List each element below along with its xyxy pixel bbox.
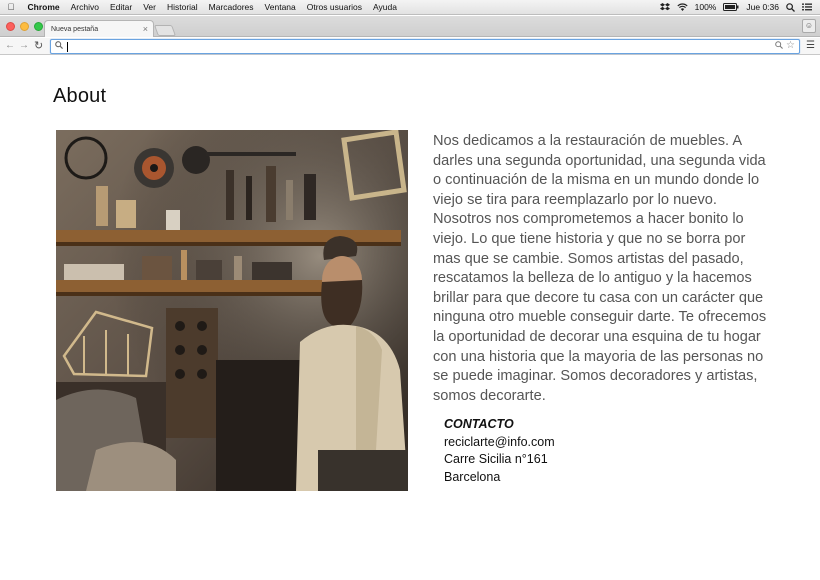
workshop-photo	[56, 130, 408, 491]
menu-otros-usuarios[interactable]: Otros usuarios	[301, 2, 367, 12]
contact-block: CONTACTO reciclarte@info.com Carre Sicil…	[444, 416, 555, 486]
tab-title: Nueva pestaña	[51, 26, 99, 33]
page-title: About	[53, 85, 107, 107]
menu-ver[interactable]: Ver	[138, 2, 162, 12]
address-bar[interactable]: ☆	[50, 39, 800, 54]
search-icon[interactable]	[786, 2, 795, 12]
text-caret	[67, 42, 68, 52]
zoom-icon[interactable]	[775, 41, 783, 51]
apple-icon[interactable]: 	[0, 2, 22, 12]
window-minimize-button[interactable]	[20, 22, 29, 31]
close-icon[interactable]: ×	[143, 24, 148, 34]
menu-ayuda[interactable]: Ayuda	[368, 2, 403, 12]
contact-heading: CONTACTO	[444, 417, 514, 431]
forward-icon[interactable]: →	[19, 40, 29, 51]
reload-icon[interactable]: ↻	[34, 39, 43, 52]
back-icon[interactable]: ←	[5, 40, 15, 51]
battery-percent: 100%	[694, 2, 717, 12]
dropbox-icon[interactable]	[659, 2, 670, 12]
menu-historial[interactable]: Historial	[161, 2, 203, 12]
menu-marcadores[interactable]: Marcadores	[203, 2, 259, 12]
menu-ventana[interactable]: Ventana	[259, 2, 301, 12]
menu-icon[interactable]: ☰	[806, 40, 815, 51]
clock[interactable]: Jue 0:36	[746, 2, 779, 12]
new-tab-button[interactable]	[153, 25, 177, 36]
battery-icon[interactable]	[723, 3, 739, 11]
user-icon[interactable]: ☺	[802, 19, 816, 33]
menu-archivo[interactable]: Archivo	[65, 2, 104, 12]
tab-new-tab[interactable]: Nueva pestaña ×	[44, 20, 154, 37]
menu-bar:  Chrome Archivo Editar Ver Historial Ma…	[0, 0, 820, 15]
status-area: 100% Jue 0:36	[659, 2, 820, 12]
contact-street: Carre Sicilia n°161	[444, 452, 548, 466]
list-icon[interactable]	[802, 3, 812, 11]
contact-email: reciclarte@info.com	[444, 434, 555, 449]
search-icon	[55, 41, 63, 51]
window-close-button[interactable]	[6, 22, 15, 31]
browser-toolbar: ← → ↻ ☆ ☰	[0, 38, 820, 55]
star-icon[interactable]: ☆	[786, 40, 795, 51]
menu-editar[interactable]: Editar	[104, 2, 137, 12]
about-description: Nos dedicamos a la restauración de muebl…	[433, 133, 767, 404]
contact-city: Barcelona	[444, 469, 501, 484]
wifi-icon[interactable]	[676, 3, 688, 11]
tab-strip: Nueva pestaña × ☺	[0, 16, 820, 37]
window-zoom-button[interactable]	[34, 22, 43, 31]
menu-app-name[interactable]: Chrome	[22, 2, 65, 12]
address-input[interactable]	[69, 40, 759, 53]
window-controls	[6, 22, 43, 31]
